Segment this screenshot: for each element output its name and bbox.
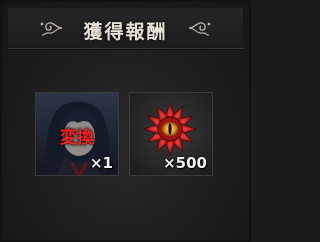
reward-dialog: 獲得報酬 変換 ×1 ×500 (0, 0, 251, 242)
conversion-badge: 変換 (60, 128, 94, 148)
reward-quantity: ×500 (163, 154, 207, 172)
reward-item-gem[interactable]: ×500 (129, 92, 213, 176)
reward-item-character[interactable]: 変換 ×1 (35, 92, 119, 176)
reward-quantity: ×1 (89, 154, 113, 172)
right-ornament-icon (188, 22, 211, 36)
dialog-header: 獲得報酬 (8, 8, 243, 49)
